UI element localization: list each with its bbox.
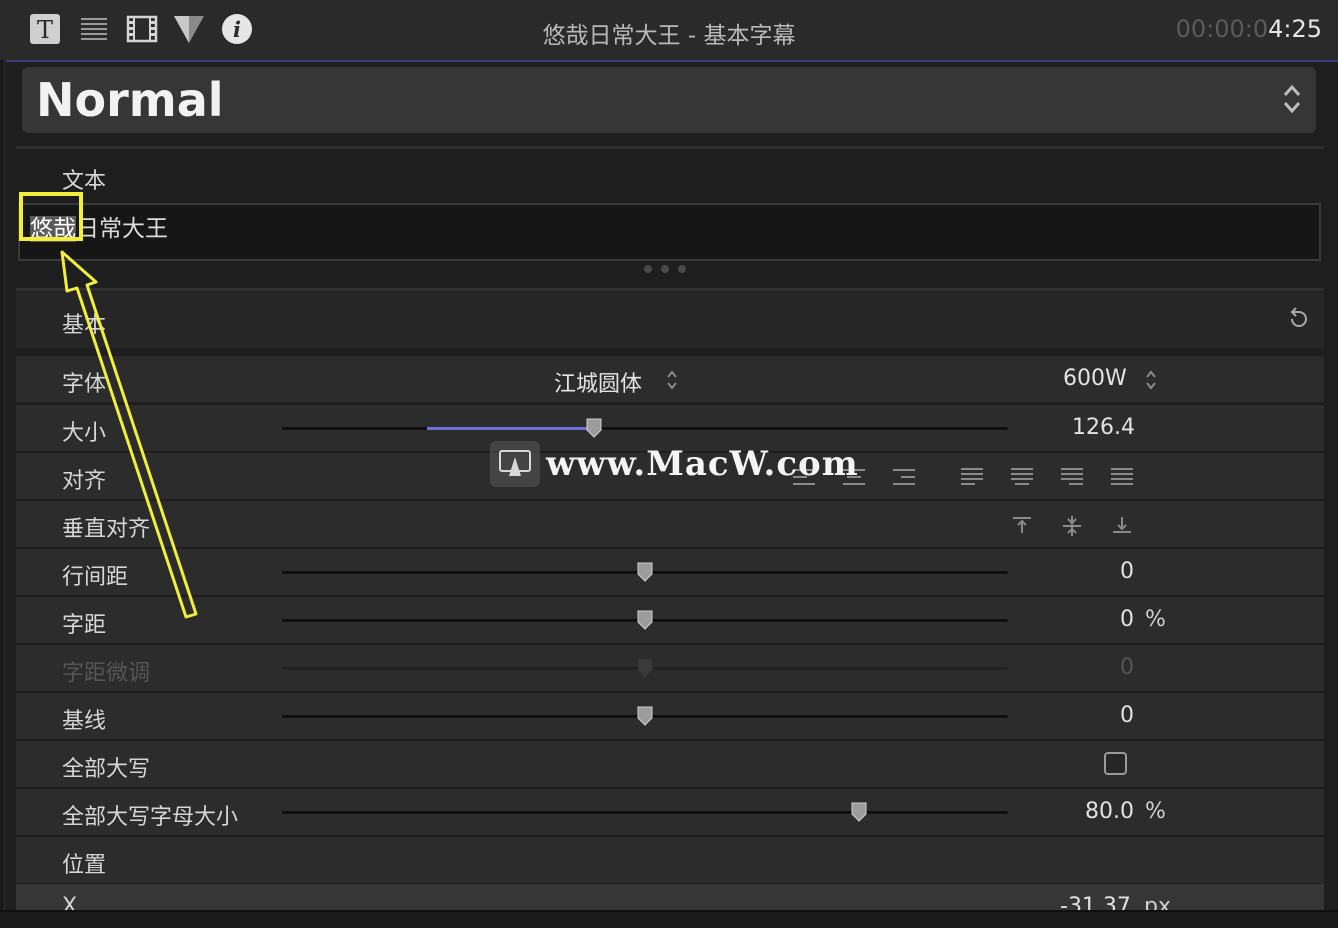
all-caps-checkbox[interactable] (1104, 752, 1127, 775)
inspector-toolbar: T i 悠哉日常大王 - 基本字幕 00:00:04:25 (0, 0, 1338, 60)
watermark: www.MacW.com (490, 440, 859, 488)
align-bottom-icon[interactable] (1112, 515, 1132, 535)
size-slider-fill (427, 427, 595, 430)
alignment-label: 对齐 (62, 469, 107, 494)
justify-center-icon[interactable] (1010, 467, 1034, 487)
divider (16, 288, 1324, 291)
vertical-alignment-label: 垂直对齐 (62, 517, 151, 542)
text-section-label: 文本 (62, 169, 107, 194)
all-caps-label: 全部大写 (62, 757, 151, 782)
updown-chevron-icon[interactable] (666, 369, 678, 391)
font-row: 字体 江城圆体 600W (16, 356, 1324, 402)
watermark-logo-icon (490, 441, 540, 487)
all-caps-row: 全部大写 (16, 741, 1324, 787)
timecode-lit: 4:25 (1268, 15, 1322, 43)
baseline-label: 基线 (62, 709, 107, 734)
justify-right-icon[interactable] (1060, 467, 1084, 487)
bottom-edge (0, 910, 1338, 928)
font-family-popup[interactable]: 江城圆体 (554, 366, 642, 398)
line-spacing-slider[interactable] (282, 562, 1008, 582)
align-top-icon[interactable] (1012, 515, 1032, 535)
all-caps-size-value[interactable]: 80.0 (1085, 799, 1134, 824)
slider-thumb[interactable] (636, 706, 654, 726)
kerning-row: 字距微调 0 (16, 645, 1324, 691)
align-middle-icon[interactable] (1062, 515, 1082, 537)
position-label: 位置 (62, 853, 107, 878)
all-caps-size-unit: % (1145, 799, 1166, 824)
slider-thumb[interactable] (636, 562, 654, 582)
all-caps-size-row: 全部大写字母大小 80.0 % (16, 789, 1324, 835)
align-right-icon[interactable] (892, 467, 916, 487)
left-edge (0, 60, 5, 928)
annotation-highlight-box (19, 192, 83, 241)
slider-thumb[interactable] (850, 802, 868, 822)
baseline-row: 基线 0 (16, 693, 1324, 739)
divider (16, 146, 1324, 149)
clip-title: 悠哉日常大王 - 基本字幕 (542, 23, 796, 49)
preset-popup[interactable]: Normal (22, 67, 1316, 133)
unselected-text: 日常大王 (76, 216, 168, 242)
timecode: 00:00:04:25 (1176, 15, 1322, 43)
kerning-label: 字距微调 (62, 661, 151, 686)
tracking-slider[interactable] (282, 610, 1008, 630)
watermark-text: www.MacW.com (546, 444, 859, 484)
reset-icon[interactable] (1286, 306, 1308, 334)
font-label: 字体 (62, 372, 107, 397)
all-caps-size-label: 全部大写字母大小 (62, 805, 239, 830)
justify-left-icon[interactable] (960, 467, 984, 487)
basic-section-label: 基本 (62, 313, 107, 338)
slider-thumb[interactable] (585, 418, 603, 438)
baseline-slider[interactable] (282, 706, 1008, 726)
slider-thumb (637, 658, 653, 678)
font-weight-popup[interactable]: 600W (1063, 366, 1127, 391)
timecode-dim: 00:00:0 (1175, 15, 1269, 43)
basic-section-header[interactable]: 基本 (16, 292, 1324, 348)
all-caps-size-slider[interactable] (282, 802, 1008, 822)
position-row: 位置 (16, 837, 1324, 883)
resize-handle[interactable] (644, 265, 686, 273)
size-value[interactable]: 126.4 (1072, 415, 1135, 440)
tracking-unit: % (1145, 607, 1166, 632)
line-spacing-value[interactable]: 0 (1120, 559, 1134, 584)
size-slider[interactable] (282, 418, 1008, 438)
justify-full-icon[interactable] (1110, 467, 1134, 487)
tracking-value[interactable]: 0 (1120, 607, 1134, 632)
tracking-label: 字距 (62, 613, 107, 638)
preset-name: Normal (36, 73, 224, 127)
line-spacing-label: 行间距 (62, 565, 129, 590)
size-label: 大小 (62, 421, 107, 446)
slider-thumb[interactable] (636, 610, 654, 630)
updown-chevron-icon (1282, 83, 1302, 119)
kerning-value: 0 (1120, 655, 1134, 680)
updown-chevron-icon[interactable] (1145, 369, 1157, 391)
tracking-row: 字距 0 % (16, 597, 1324, 643)
vertical-alignment-row: 垂直对齐 (16, 501, 1324, 547)
kerning-slider (282, 658, 1008, 678)
line-spacing-row: 行间距 0 (16, 549, 1324, 595)
subtitle-text-field[interactable]: 悠哉日常大王 (18, 203, 1321, 261)
baseline-value[interactable]: 0 (1120, 703, 1134, 728)
toolbar-divider (6, 60, 1338, 62)
